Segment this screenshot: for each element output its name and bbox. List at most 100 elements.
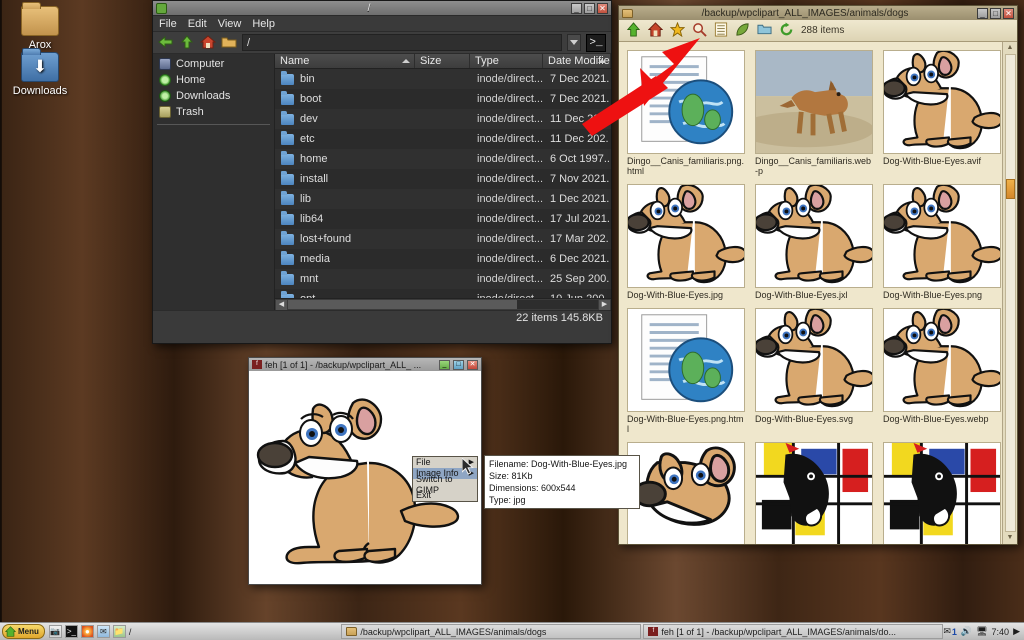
table-row[interactable]: bininode/direct...7 Dec 2021.	[275, 69, 611, 89]
sidebar-item-computer[interactable]: Computer	[153, 56, 274, 72]
scroll-trough[interactable]	[1005, 54, 1016, 532]
home-icon[interactable]	[200, 35, 216, 50]
table-row[interactable]: bootinode/direct...7 Dec 2021.	[275, 89, 611, 109]
terminal-icon[interactable]: >_	[586, 34, 606, 52]
thumbnail-item[interactable]: Dog-With-Blue-Eyes.svg	[755, 308, 873, 434]
maximize-button[interactable]: □	[584, 3, 595, 14]
task-button-feh[interactable]: f feh [1 of 1] - /backup/wpclipart_ALL_I…	[643, 624, 943, 639]
feh-titlebar[interactable]: f feh [1 of 1] - /backup/wpclipart_ALL_ …	[249, 358, 481, 371]
scroll-up-button[interactable]: ▲	[1004, 42, 1017, 54]
thumbnail-item[interactable]: Dog-With-Blue-Eyes.png	[883, 184, 1001, 300]
sidebar-item-home[interactable]: Home	[153, 72, 274, 88]
scroll-thumb[interactable]	[288, 300, 517, 309]
thumbnail-image[interactable]	[755, 442, 873, 544]
column-header-date[interactable]: Date Modifie	[543, 54, 611, 68]
up-arrow-icon[interactable]	[179, 35, 195, 50]
thumbnail-item[interactable]: Dingo__Canis_familiaris.web-p	[755, 50, 873, 176]
vertical-scrollbar[interactable]: ▲ ▼	[1002, 42, 1017, 544]
menu-help[interactable]: Help	[252, 18, 275, 30]
network-icon[interactable]: 🖥	[976, 626, 987, 637]
menu-file[interactable]: File	[159, 18, 177, 30]
magnifier-icon[interactable]	[692, 22, 707, 40]
maximize-button[interactable]: □	[453, 360, 464, 370]
chevron-down-icon[interactable]	[567, 34, 581, 51]
table-row[interactable]: optinode/direct...10 Jun 200..	[275, 289, 611, 298]
image-browser-titlebar[interactable]: /backup/wpclipart_ALL_IMAGES/animals/dog…	[619, 6, 1017, 20]
thumbnail-item[interactable]: Dog-With-Blue-Eyes.jxl	[755, 184, 873, 300]
horizontal-scrollbar[interactable]: ◀ ▶	[275, 298, 611, 310]
folder-icon[interactable]	[221, 35, 237, 50]
menu-item-switch-to-gimp[interactable]: Switch to GIMP	[413, 479, 477, 490]
close-button[interactable]: ✕	[467, 360, 478, 370]
thumbnail-image[interactable]	[883, 50, 1001, 154]
file-manager-titlebar[interactable]: / _ □ ✕	[153, 1, 611, 16]
star-icon[interactable]	[670, 22, 685, 40]
table-row[interactable]: homeinode/direct...6 Oct 1997..	[275, 149, 611, 169]
start-menu-button[interactable]: Menu	[2, 624, 45, 639]
column-header-size[interactable]: Size	[415, 54, 470, 68]
firefox-icon[interactable]: ●	[81, 625, 94, 638]
minimize-button[interactable]: _	[571, 3, 582, 14]
minimize-button[interactable]: _	[439, 360, 450, 370]
task-button-image-browser[interactable]: /backup/wpclipart_ALL_IMAGES/animals/dog…	[341, 624, 641, 639]
table-row[interactable]: lost+foundinode/direct...17 Mar 202.	[275, 229, 611, 249]
close-button[interactable]: ✕	[1003, 8, 1014, 19]
filemanager-icon[interactable]: 📁	[113, 625, 126, 638]
thumbnail-item[interactable]	[627, 442, 745, 544]
feh-image-canvas[interactable]: File▶ Image Info▶ Switch to GIMP Exit	[249, 371, 481, 584]
table-row[interactable]: etcinode/direct...11 Dec 202.	[275, 129, 611, 149]
scroll-right-button[interactable]: ▶	[599, 300, 610, 310]
table-row[interactable]: lib64inode/direct...17 Jul 2021.	[275, 209, 611, 229]
tray-mail[interactable]: ✉ 1	[943, 626, 957, 637]
desktop-icon-downloads[interactable]: ⬇ Downloads	[4, 52, 76, 97]
minimize-button[interactable]: _	[977, 8, 988, 19]
thumbnail-item[interactable]: Dog-With-Blue-Eyes.avif	[883, 50, 1001, 176]
menu-edit[interactable]: Edit	[188, 18, 207, 30]
table-row[interactable]: mediainode/direct...6 Dec 2021.	[275, 249, 611, 269]
sidebar-item-downloads[interactable]: Downloads	[153, 88, 274, 104]
path-input[interactable]: /	[242, 34, 562, 51]
scroll-trough[interactable]	[288, 300, 598, 309]
thumbnail-image[interactable]	[883, 184, 1001, 288]
home-icon[interactable]	[648, 22, 663, 40]
refresh-icon[interactable]	[779, 22, 794, 40]
thumbnail-item[interactable]: Dog-With-Blue-Eyes.png.html	[627, 308, 745, 434]
menu-view[interactable]: View	[218, 18, 242, 30]
thumbnail-image[interactable]	[883, 308, 1001, 412]
folder-icon[interactable]	[757, 22, 772, 39]
desktop-icon-arox[interactable]: Arox	[4, 6, 76, 51]
table-row[interactable]: libinode/direct...1 Dec 2021.	[275, 189, 611, 209]
close-button[interactable]: ✕	[597, 3, 608, 14]
thumbnail-item[interactable]	[755, 442, 873, 544]
leaf-icon[interactable]	[735, 22, 750, 40]
scroll-down-button[interactable]: ▼	[1004, 532, 1017, 544]
list-view-icon[interactable]	[714, 22, 728, 40]
thumbnail-image[interactable]	[755, 50, 873, 154]
thumbnail-item[interactable]	[883, 442, 1001, 544]
scroll-left-button[interactable]: ◀	[276, 300, 287, 310]
thumbnail-item[interactable]: Dog-With-Blue-Eyes.jpg	[627, 184, 745, 300]
sidebar-item-trash[interactable]: Trash	[153, 104, 274, 120]
mail-icon[interactable]: ✉	[97, 625, 110, 638]
table-row[interactable]: devinode/direct...11 Dec 202.	[275, 109, 611, 129]
thumbnail-image[interactable]	[627, 442, 745, 544]
thumbnail-image[interactable]	[755, 184, 873, 288]
volume-icon[interactable]: 🔊	[961, 626, 972, 637]
pager-arrow-icon[interactable]: ▶	[1013, 626, 1020, 637]
thumbnail-item[interactable]: Dingo__Canis_familiaris.png.html	[627, 50, 745, 176]
thumbnail-image[interactable]	[627, 184, 745, 288]
screenshot-icon[interactable]: 📷	[49, 625, 62, 638]
thumbnail-image[interactable]	[755, 308, 873, 412]
terminal-icon[interactable]: >_	[65, 625, 78, 638]
column-header-type[interactable]: Type	[470, 54, 543, 68]
column-header-name[interactable]: Name	[275, 54, 415, 68]
thumbnail-image[interactable]	[627, 50, 745, 154]
thumbnail-image[interactable]	[883, 442, 1001, 544]
thumbnail-item[interactable]: Dog-With-Blue-Eyes.webp	[883, 308, 1001, 434]
table-row[interactable]: mntinode/direct...25 Sep 200.	[275, 269, 611, 289]
back-arrow-icon[interactable]	[158, 35, 174, 50]
scroll-thumb[interactable]	[1006, 179, 1015, 199]
maximize-button[interactable]: □	[990, 8, 1001, 19]
thumbnail-image[interactable]	[627, 308, 745, 412]
up-arrow-icon[interactable]	[626, 22, 641, 40]
